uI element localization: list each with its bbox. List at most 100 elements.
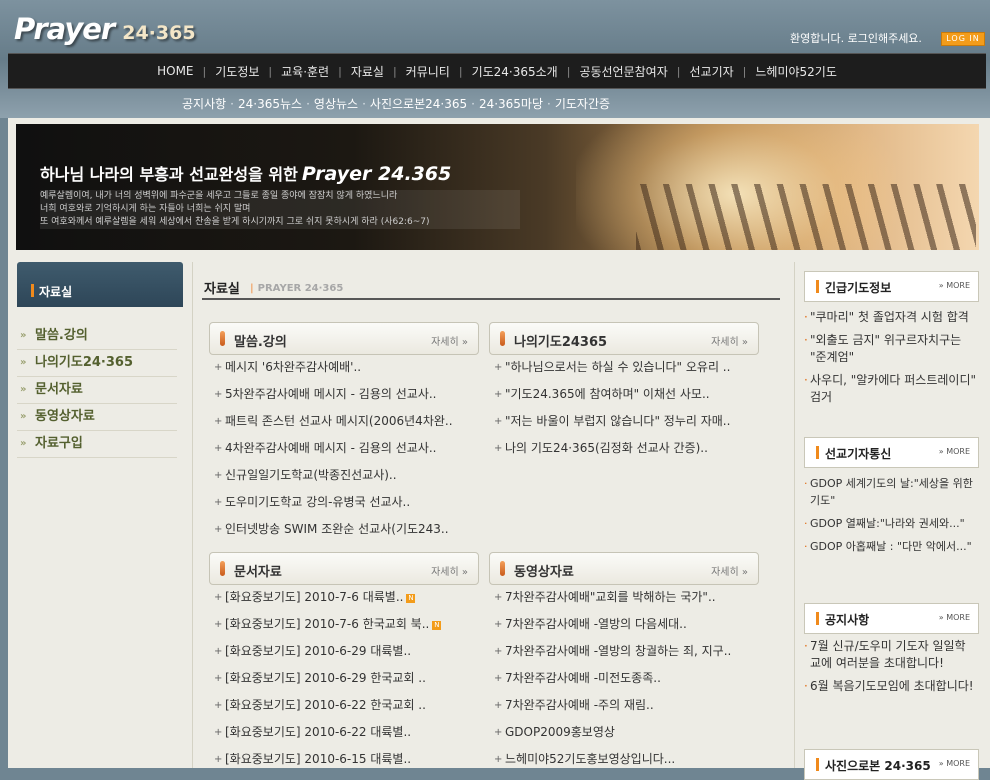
sidebar-item[interactable]: » 자료구입 [17, 431, 177, 458]
post-title: 신규일일기도학교(박종진선교사).. [225, 468, 397, 482]
nav-item[interactable]: 교육·훈련 [272, 63, 338, 80]
post-title: [화요중보기도] 2010-6-29 한국교회 .. [225, 671, 426, 685]
bullet-icon: + [214, 673, 223, 684]
welcome-text: 환영합니다. 로그인해주세요. [790, 32, 922, 45]
site-logo[interactable]: Prayer 24·365 [14, 12, 196, 46]
more-link[interactable]: » MORE [939, 759, 970, 768]
list-item[interactable]: + [화요중보기도] 2010-6-29 대륙별.. [209, 638, 477, 665]
accent-bar [31, 284, 34, 297]
capsule-icon [220, 561, 225, 576]
list-item[interactable]: +7차완주감사예배 -열방의 다음세대.. [489, 611, 757, 638]
subnav-item[interactable]: 사진으로본24·365 [370, 97, 467, 111]
list-item[interactable]: · 6월 복음기도모임에 초대합니다! [804, 678, 976, 695]
bullet-icon: + [214, 470, 223, 481]
nav-item[interactable]: HOME [148, 64, 202, 78]
subnav-divider: · [471, 97, 475, 111]
list-item[interactable]: + 나의 기도24·365(김정화 선교사 간증).. [489, 435, 757, 462]
board-title: 말씀.강의 [234, 335, 287, 350]
subnav-item[interactable]: 24·365뉴스 [238, 97, 302, 111]
post-title: [화요중보기도] 2010-6-29 대륙별.. [225, 644, 412, 658]
bullet-icon: + [214, 443, 223, 454]
subnav-item[interactable]: 영상뉴스 [314, 97, 358, 111]
right-box-title: 공지사항 [825, 613, 870, 627]
more-link[interactable]: » MORE [939, 281, 970, 290]
right-box-list: · GDOP 세계기도의 날:"세상을 위한 기도" · GDOP 열째날:"나라와 … [804, 475, 976, 561]
nav-item[interactable]: 기도정보 [206, 63, 268, 80]
login-button[interactable]: LOG IN [941, 32, 985, 46]
list-item[interactable]: + "하나님으로서는 하실 수 있습니다" 오유리 .. [489, 354, 757, 381]
sidebar-item[interactable]: » 문서자료 [17, 377, 177, 404]
site-header: Prayer 24·365 환영합니다. 로그인해주세요. LOG IN HOME… [0, 0, 990, 118]
board-title: 동영상자료 [514, 565, 574, 580]
list-item[interactable]: + [화요중보기도] 2010-6-15 대륙별.. [209, 746, 477, 773]
bullet-icon: · [804, 639, 808, 653]
bullet-icon: + [494, 646, 503, 657]
nav-item[interactable]: 느헤미야52기도 [746, 63, 846, 80]
list-item[interactable]: + [화요중보기도] 2010-6-29 한국교회 .. [209, 665, 477, 692]
page-title: 자료실 [204, 282, 240, 297]
more-link[interactable]: 자세히 » [711, 333, 748, 348]
nav-item[interactable]: 선교기자 [680, 63, 742, 80]
bullet-icon: · [804, 517, 808, 530]
post-title: 인터넷방송 SWIM 조완순 선교사(기도243.. [225, 522, 449, 536]
list-item[interactable]: + [화요중보기도] 2010-7-6 대륙별.. N [209, 584, 477, 611]
page-subtitle: | PRAYER 24·365 [250, 283, 344, 294]
list-item[interactable]: +7차완주감사예배 -열방의 창궐하는 죄, 지구.. [489, 638, 757, 665]
more-link[interactable]: » MORE [939, 447, 970, 456]
sidebar-item[interactable]: » 말씀.강의 [17, 323, 177, 350]
nav-item[interactable]: 자료실 [342, 63, 393, 80]
title-rule [202, 298, 780, 300]
subnav-item[interactable]: 공지사항 [182, 97, 226, 111]
list-item[interactable]: + "기도24.365에 참여하며" 이채선 사모.. [489, 381, 757, 408]
accent-bar [816, 612, 819, 625]
list-item[interactable]: +7차완주감사예배 -미전도종족.. [489, 665, 757, 692]
post-list: + [화요중보기도] 2010-7-6 대륙별.. N + [화요중보기도] 2010-… [209, 584, 477, 773]
nav-item[interactable]: 커뮤니티 [397, 63, 459, 80]
list-item[interactable]: +7차완주감사예배"교회를 박해하는 국가".. [489, 584, 757, 611]
list-item[interactable]: · "외출도 금지" 위구르자치구는 "준계엄" [804, 332, 976, 366]
chevron-right-icon: » [20, 330, 27, 341]
sidebar-item[interactable]: » 나의기도24·365 [17, 350, 177, 377]
subnav-item[interactable]: 24·365마당 [479, 97, 543, 111]
item-title: 7월 신규/도우미 기도자 일일학교에 여러분을 초대합니다! [810, 639, 966, 670]
list-item[interactable]: + 메시지 '6차완주감사예배'.. [209, 354, 477, 381]
more-link[interactable]: 자세히 » [711, 563, 748, 578]
list-item[interactable]: + 패트릭 존스턴 선교사 메시지(2006년4차완.. [209, 408, 477, 435]
sidebar-item-label: 말씀.강의 [35, 328, 88, 343]
list-item[interactable]: · "쿠마리" 첫 졸업자격 시험 합격 [804, 309, 976, 326]
list-item[interactable]: · GDOP 아홉째날 : "다만 악에서..." [804, 538, 976, 555]
subnav-divider: · [547, 97, 551, 111]
list-item[interactable]: + 인터넷방송 SWIM 조완순 선교사(기도243.. [209, 516, 477, 543]
post-list: + 메시지 '6차완주감사예배'.. +5차완주감사예배 메시지 - 김용의 선교사… [209, 354, 477, 543]
banner-verse: 예루살렘이여, 내가 너의 성벽위에 파수군을 세우고 그들로 종일 종야에 잠… [40, 190, 520, 229]
list-item[interactable]: + 신규일일기도학교(박종진선교사).. [209, 462, 477, 489]
bullet-icon: · [804, 373, 808, 387]
bullet-icon: + [214, 727, 223, 738]
list-item[interactable]: · GDOP 세계기도의 날:"세상을 위한 기도" [804, 475, 976, 509]
list-item[interactable]: +7차완주감사예배 -주의 재림.. [489, 692, 757, 719]
list-item[interactable]: + [화요중보기도] 2010-6-22 대륙별.. [209, 719, 477, 746]
subnav-item[interactable]: 기도자간증 [555, 97, 610, 111]
post-title: 7차완주감사예배 -열방의 다음세대.. [505, 617, 687, 631]
list-item[interactable]: + 도우미기도학교 강의-유병국 선교사.. [209, 489, 477, 516]
more-link[interactable]: 자세히 » [431, 563, 468, 578]
nav-item[interactable]: 기도24·365소개 [463, 63, 567, 80]
list-item[interactable]: + [화요중보기도] 2010-7-6 한국교회 북.. N [209, 611, 477, 638]
list-item[interactable]: + 느헤미야52기도홍보영상입니다... [489, 746, 757, 773]
bullet-icon: · [804, 477, 808, 490]
nav-item[interactable]: 공동선언문참여자 [570, 63, 676, 80]
more-link[interactable]: 자세히 » [431, 333, 468, 348]
sidebar-item-label: 동영상자료 [35, 409, 95, 424]
sidebar-item[interactable]: » 동영상자료 [17, 404, 177, 431]
list-item[interactable]: + GDOP2009홍보영상 [489, 719, 757, 746]
list-item[interactable]: +5차완주감사예배 메시지 - 김용의 선교사.. [209, 381, 477, 408]
list-item[interactable]: · GDOP 열째날:"나라와 권세와..." [804, 515, 976, 532]
list-item[interactable]: + [화요중보기도] 2010-6-22 한국교회 .. [209, 692, 477, 719]
more-link[interactable]: » MORE [939, 613, 970, 622]
list-item[interactable]: +4차완주감사예배 메시지 - 김용의 선교사.. [209, 435, 477, 462]
list-item[interactable]: · 사우디, "알카에다 퍼스트레이디" 검거 [804, 372, 976, 406]
list-item[interactable]: + "저는 바울이 부럽지 않습니다" 정누리 자매.. [489, 408, 757, 435]
post-title: 나의 기도24·365(김정화 선교사 간증).. [505, 441, 708, 455]
list-item[interactable]: · 7월 신규/도우미 기도자 일일학교에 여러분을 초대합니다! [804, 638, 976, 672]
item-title: GDOP 아홉째날 : "다만 악에서..." [810, 540, 972, 553]
